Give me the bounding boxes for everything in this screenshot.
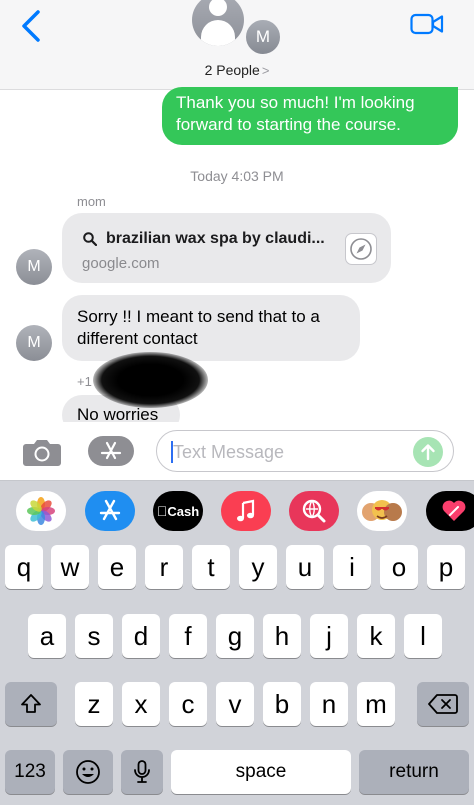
sender-avatar[interactable]: M	[16, 325, 52, 361]
redaction-scribble	[93, 352, 208, 408]
outgoing-message-bubble[interactable]: Thank you so much! I'm looking forward t…	[162, 87, 458, 145]
keyboard: q w e r t y u i o p a s d f g h j k l z …	[0, 540, 474, 805]
send-arrow-button[interactable]	[413, 437, 443, 467]
shift-icon	[21, 694, 41, 713]
link-preview-title: brazilian wax spa by claudi...	[106, 230, 325, 247]
sender-avatar[interactable]: M	[16, 249, 52, 285]
key-a[interactable]: a	[28, 614, 66, 658]
key-u[interactable]: u	[286, 545, 324, 589]
back-chevron-icon[interactable]	[18, 8, 46, 44]
key-b[interactable]: b	[263, 682, 301, 726]
dictation-key[interactable]	[121, 750, 163, 794]
key-v[interactable]: v	[216, 682, 254, 726]
apple-cash-label: Cash	[162, 503, 199, 519]
search-icon	[83, 232, 97, 246]
chevron-right-icon: >	[261, 63, 270, 78]
key-j[interactable]: j	[310, 614, 348, 658]
link-preview-domain: google.com	[82, 255, 160, 272]
key-c[interactable]: c	[169, 682, 207, 726]
web-search-icon[interactable]	[289, 491, 339, 531]
digital-touch-icon[interactable]	[426, 491, 474, 531]
key-e[interactable]: e	[98, 545, 136, 589]
emoji-icon	[76, 760, 100, 784]
shift-key[interactable]	[5, 682, 57, 726]
conversation-header: M 2 People >	[0, 0, 474, 90]
key-f[interactable]: f	[169, 614, 207, 658]
key-l[interactable]: l	[404, 614, 442, 658]
key-k[interactable]: k	[357, 614, 395, 658]
microphone-icon	[134, 760, 150, 783]
group-details-link[interactable]: 2 People >	[0, 62, 474, 78]
key-t[interactable]: t	[192, 545, 230, 589]
key-m[interactable]: m	[357, 682, 395, 726]
key-g[interactable]: g	[216, 614, 254, 658]
key-d[interactable]: d	[122, 614, 160, 658]
music-icon[interactable]	[221, 491, 271, 531]
emoji-key[interactable]	[63, 750, 113, 794]
app-store-apps-icon[interactable]	[88, 436, 134, 466]
key-i[interactable]: i	[333, 545, 371, 589]
link-preview-bubble[interactable]: brazilian wax spa by claudi... google.co…	[62, 213, 391, 283]
key-s[interactable]: s	[75, 614, 113, 658]
key-y[interactable]: y	[239, 545, 277, 589]
return-key[interactable]: return	[359, 750, 469, 794]
message-input[interactable]	[173, 439, 403, 465]
facetime-video-icon[interactable]	[410, 12, 444, 36]
delete-key[interactable]	[417, 682, 469, 726]
imessage-app-drawer: Cash	[0, 480, 474, 540]
message-text-field[interactable]	[156, 430, 454, 472]
incoming-message-bubble[interactable]: Sorry !! I meant to send that to a diffe…	[62, 295, 360, 361]
key-x[interactable]: x	[122, 682, 160, 726]
key-o[interactable]: o	[380, 545, 418, 589]
message-composer-bar	[0, 422, 474, 480]
numbers-key[interactable]: 123	[5, 750, 55, 794]
key-w[interactable]: w	[51, 545, 89, 589]
app-store-icon[interactable]	[85, 491, 135, 531]
sender-name: mom	[77, 194, 106, 209]
people-count-label: 2 People	[204, 62, 260, 78]
photos-icon[interactable]	[16, 491, 66, 531]
backspace-icon	[428, 694, 458, 714]
key-q[interactable]: q	[5, 545, 43, 589]
key-r[interactable]: r	[145, 545, 183, 589]
sender-phone-number: +1	[77, 374, 92, 389]
contact-avatar[interactable]: M	[244, 18, 282, 56]
safari-compass-icon	[345, 233, 377, 265]
key-n[interactable]: n	[310, 682, 348, 726]
apple-cash-icon[interactable]: Cash	[153, 491, 203, 531]
camera-icon[interactable]	[22, 436, 62, 468]
key-h[interactable]: h	[263, 614, 301, 658]
memoji-icon[interactable]	[357, 491, 407, 531]
key-p[interactable]: p	[427, 545, 465, 589]
group-avatar-icon[interactable]	[192, 0, 244, 46]
key-z[interactable]: z	[75, 682, 113, 726]
space-key[interactable]: space	[171, 750, 351, 794]
message-timestamp: Today 4:03 PM	[190, 168, 284, 184]
